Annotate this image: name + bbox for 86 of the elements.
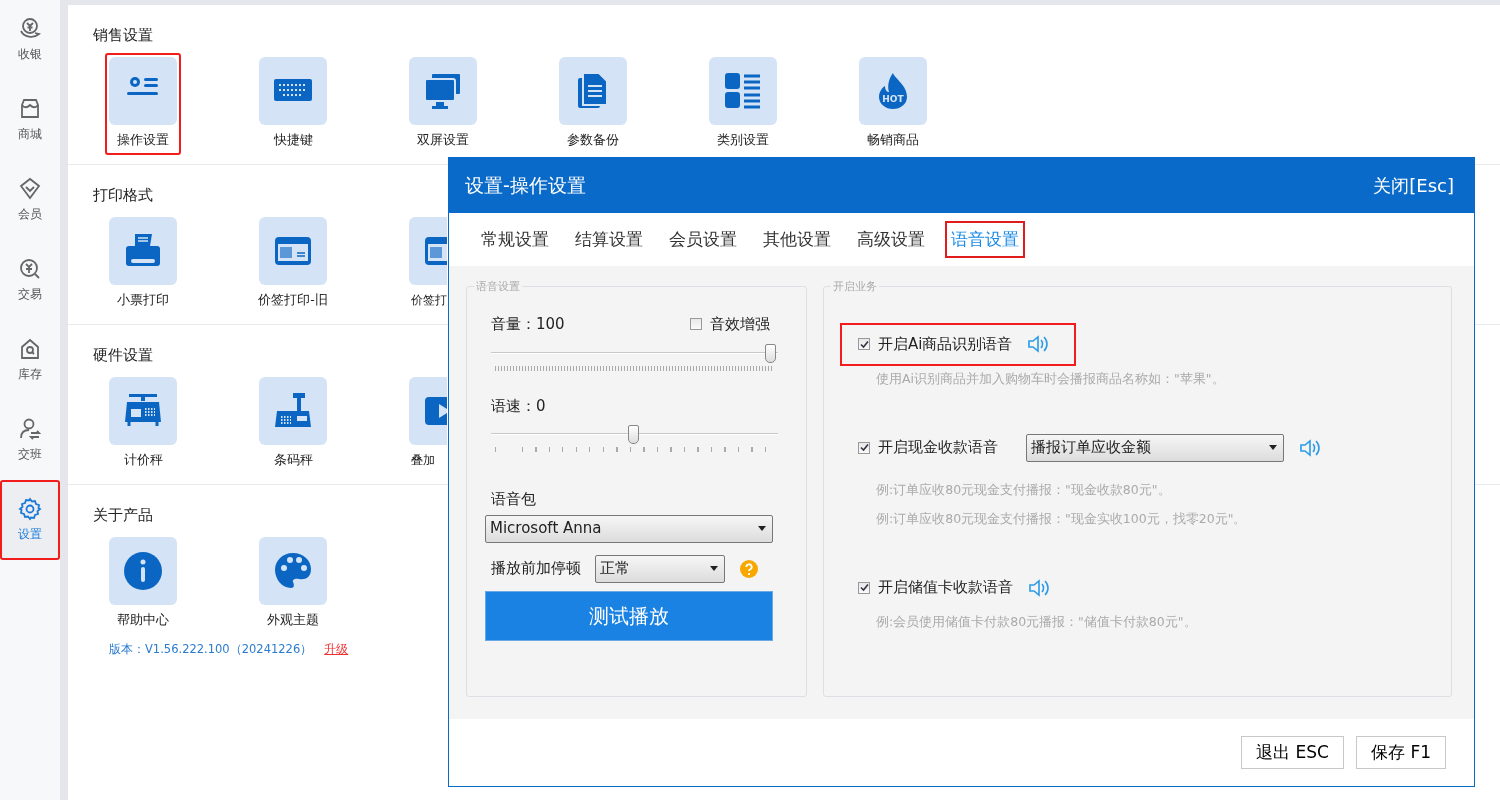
dropdown[interactable]: 正常 — [595, 554, 725, 583]
settings-tile[interactable]: HOT 畅销商品 — [855, 53, 931, 155]
settings-tile[interactable]: 条码秤 — [255, 373, 331, 475]
barcode-scale-tile-icon — [259, 377, 327, 445]
tab[interactable]: 语音设置 — [945, 220, 1025, 259]
tab[interactable]: 常规设置 — [475, 220, 555, 259]
checkbox[interactable]: 开启现金收款语音 — [840, 426, 1026, 469]
settings-tile[interactable]: 帮助中心 — [105, 533, 181, 635]
caret-icon — [710, 566, 718, 571]
hint-text: 例:订单应收80元现金支付播报："现金实收100元，找零20元"。 — [875, 509, 1248, 528]
settings-tile[interactable]: 小票打印 — [105, 213, 181, 315]
settings-tile[interactable]: 类别设置 — [705, 53, 781, 155]
scale-tile-icon — [109, 377, 177, 445]
printer-tile-icon — [109, 217, 177, 285]
caret-icon — [1269, 445, 1277, 450]
slider-track[interactable] — [491, 343, 778, 364]
slider-thumb[interactable] — [765, 343, 776, 363]
settings-tile[interactable]: 双屏设置 — [405, 53, 481, 155]
house-search-icon — [18, 337, 42, 361]
section-title: 销售设置 — [93, 25, 153, 46]
tab[interactable]: 其他设置 — [757, 220, 837, 259]
checkbox[interactable]: 开启Ai商品识别语音 — [840, 323, 1077, 366]
pause-label: 播放前加停顿 — [491, 558, 581, 580]
slider-thumb[interactable] — [628, 425, 639, 444]
monitors-tile-icon — [409, 57, 477, 125]
speed-label: 语速：0 — [491, 395, 547, 417]
keyboard-tile-icon — [259, 57, 327, 125]
diamond-icon — [18, 177, 42, 201]
nav-item[interactable]: 商城 — [0, 80, 60, 160]
checkmark-icon — [859, 443, 869, 452]
test-play-button[interactable]: 测试播放 — [485, 590, 773, 641]
hint-text: 例:订单应收80元现金支付播报："现金收款80元"。 — [875, 480, 1172, 499]
info-tile-icon — [109, 537, 177, 605]
checkbox[interactable]: 音效增强 — [690, 313, 770, 336]
hot-label: HOT — [882, 94, 904, 104]
yen-search-icon — [18, 257, 42, 281]
settings-tile[interactable]: 价签打 — [405, 213, 447, 315]
section-title: 关于产品 — [93, 505, 153, 526]
settings-icon — [18, 497, 42, 521]
slider-track[interactable] — [491, 425, 778, 445]
close-link[interactable]: 关闭[Esc] — [1373, 172, 1454, 199]
speaker-icon[interactable] — [1028, 335, 1049, 354]
coin-hand-icon — [18, 17, 42, 41]
speaker-icon[interactable] — [1029, 578, 1049, 597]
list-grid-tile-icon — [709, 57, 777, 125]
settings-tile[interactable]: 操作设置 — [105, 53, 181, 155]
volume-label: 音量：100 — [491, 314, 565, 335]
documents-tile-icon — [559, 57, 627, 125]
version-text: 版本：V1.56.222.100（20241226） — [109, 641, 313, 656]
settings-tile[interactable]: 叠加 — [405, 373, 447, 475]
nav-item[interactable]: 收银 — [0, 0, 60, 80]
nav-item[interactable]: 交班 — [0, 400, 60, 480]
hint-text: 使用Ai识别商品并加入购物车时会播报商品名称如："苹果"。 — [875, 369, 1226, 388]
section-title: 打印格式 — [93, 185, 153, 206]
nav-item[interactable]: 库存 — [0, 320, 60, 400]
voice-pack-label: 语音包 — [491, 489, 537, 510]
person-swap-icon — [18, 417, 42, 441]
settings-tile[interactable]: 快捷键 — [255, 53, 331, 155]
nav-item[interactable]: 会员 — [0, 160, 60, 240]
shop-icon — [18, 97, 42, 121]
dropdown[interactable]: 播报订单应收金额 — [1026, 433, 1284, 462]
help-icon[interactable] — [740, 559, 758, 578]
footer-button[interactable]: 退出 ESC — [1241, 735, 1344, 770]
palette-tile-icon — [259, 537, 327, 605]
footer-button[interactable]: 保存 F1 — [1356, 735, 1446, 770]
section-title: 硬件设置 — [93, 345, 153, 366]
settings-tile[interactable]: 参数备份 — [555, 53, 631, 155]
checkmark-icon — [859, 583, 869, 592]
settings-tile[interactable]: 价签打印-旧 — [255, 213, 331, 315]
checkmark-icon — [859, 339, 869, 349]
dialog-title: 设置-操作设置 — [465, 173, 586, 199]
caret-icon — [758, 526, 766, 531]
upgrade-link[interactable]: 升级 — [324, 641, 349, 656]
gear-list-tile-icon — [109, 57, 177, 125]
tab[interactable]: 会员设置 — [663, 220, 743, 259]
checkbox[interactable]: 开启储值卡收款语音 — [840, 566, 1077, 609]
settings-tile[interactable]: 外观主题 — [255, 533, 331, 635]
nav-item[interactable]: 交易 — [0, 240, 60, 320]
tab[interactable]: 高级设置 — [851, 220, 931, 259]
dropdown[interactable]: Microsoft Anna — [485, 514, 773, 543]
tab[interactable]: 结算设置 — [569, 220, 649, 259]
nav-item[interactable]: 设置 — [0, 480, 60, 560]
price-card-tile-icon — [259, 217, 327, 285]
settings-tile[interactable]: 计价秤 — [105, 373, 181, 475]
speaker-icon[interactable] — [1300, 438, 1320, 457]
hint-text: 例:会员使用储值卡付款80元播报："储值卡付款80元"。 — [875, 612, 1198, 631]
